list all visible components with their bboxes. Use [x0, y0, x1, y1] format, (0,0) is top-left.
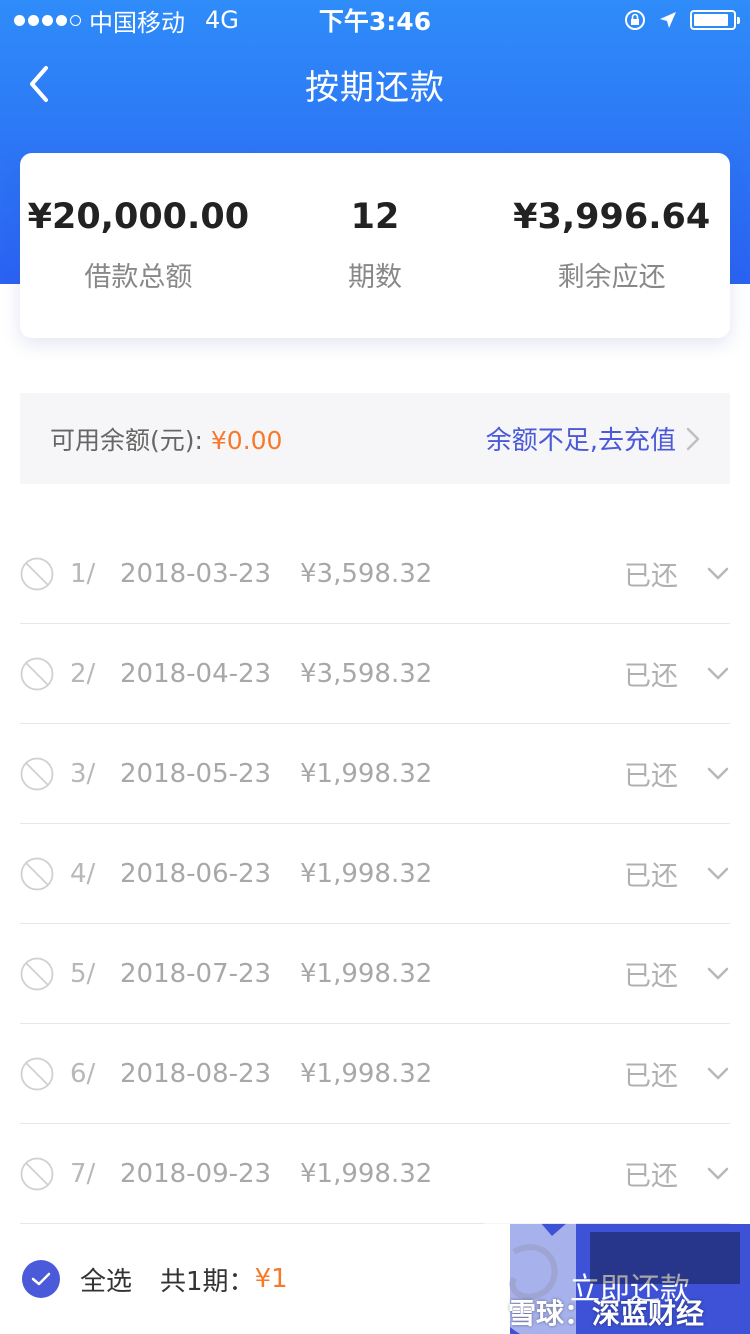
remaining-label: 剩余应还 [557, 262, 666, 293]
installment-status: 已还 [624, 1161, 678, 1192]
select-all-checkbox[interactable] [22, 1260, 60, 1298]
chevron-down-icon[interactable] [706, 1066, 730, 1082]
installment-index: 7/ [70, 1158, 96, 1189]
installment-row[interactable]: 3/ 2018-05-23 ¥1,998.32 已还 [20, 724, 730, 824]
chevron-right-icon [686, 427, 700, 450]
installment-amount: ¥1,998.32 [300, 758, 433, 789]
loan-total-label: 借款总额 [84, 262, 193, 293]
installment-row[interactable]: 5/ 2018-07-23 ¥1,998.32 已还 [20, 924, 730, 1024]
navigation-bar: 按期还款 [0, 40, 750, 128]
loan-summary-card: ¥20,000.00 借款总额 12 期数 ¥3,996.64 剩余应还 [20, 153, 730, 338]
installment-amount: ¥3,598.32 [300, 658, 433, 689]
available-balance-amount: ¥0.00 [210, 425, 283, 455]
chevron-down-icon[interactable] [706, 1166, 730, 1182]
available-balance-bar: 可用余额(元): ¥0.00 余额不足,去充值 [20, 393, 730, 484]
chevron-down-icon[interactable] [706, 666, 730, 682]
installment-amount: ¥1,998.32 [300, 1158, 433, 1189]
loan-total-block: ¥20,000.00 借款总额 [20, 153, 257, 338]
periods-block: 12 期数 [257, 153, 494, 338]
installment-status: 已还 [624, 761, 678, 792]
rotation-lock-icon [625, 10, 645, 30]
recharge-link-label: 余额不足,去充值 [485, 426, 676, 456]
disabled-checkbox-icon [20, 1157, 54, 1190]
watermark-text: 雪球：深蓝财经 [508, 1297, 705, 1330]
selected-total-amount: ¥1 [254, 1264, 288, 1294]
location-arrow-icon [660, 12, 676, 28]
installment-row[interactable]: 6/ 2018-08-23 ¥1,998.32 已还 [20, 1024, 730, 1124]
installment-status: 已还 [624, 961, 678, 992]
available-balance-label: 可用余额(元): [50, 425, 211, 455]
installment-index: 4/ [70, 858, 96, 889]
installment-date: 2018-07-23 [120, 958, 272, 989]
installment-amount: ¥1,998.32 [300, 1058, 433, 1089]
periods-label: 期数 [348, 262, 402, 293]
page-title: 按期还款 [305, 67, 445, 108]
disabled-checkbox-icon [20, 857, 54, 890]
installment-index: 6/ [70, 1058, 96, 1089]
installment-index: 1/ [70, 558, 96, 589]
checkmark-icon [31, 1272, 51, 1286]
installment-date: 2018-03-23 [120, 558, 272, 589]
installment-amount: ¥1,998.32 [300, 958, 433, 989]
installment-status: 已还 [624, 861, 678, 892]
chevron-left-icon [30, 66, 48, 102]
selected-total-label: 共1期： [160, 1266, 255, 1297]
installment-list: 1/ 2018-03-23 ¥3,598.32 已还 2/ 2018-04-23… [20, 524, 730, 1224]
chevron-down-icon[interactable] [706, 766, 730, 782]
disabled-checkbox-icon [20, 1057, 54, 1090]
installment-row[interactable]: 7/ 2018-09-23 ¥1,998.32 已还 [20, 1124, 730, 1224]
installment-index: 5/ [70, 958, 96, 989]
installment-date: 2018-05-23 [120, 758, 272, 789]
disabled-checkbox-icon [20, 957, 54, 990]
remaining-block: ¥3,996.64 剩余应还 [493, 153, 730, 338]
chevron-down-icon[interactable] [706, 866, 730, 882]
periods-value: 12 [350, 197, 400, 237]
installment-status: 已还 [624, 1061, 678, 1092]
recharge-link[interactable]: 余额不足,去充值 [486, 420, 700, 457]
status-bar: 中国移动 4G 下午3:46 [0, 0, 750, 40]
installment-date: 2018-08-23 [120, 1058, 272, 1089]
installment-amount: ¥3,598.32 [300, 558, 433, 589]
disabled-checkbox-icon [20, 557, 54, 590]
installment-date: 2018-04-23 [120, 658, 272, 689]
installment-status: 已还 [624, 561, 678, 592]
available-balance: 可用余额(元): ¥0.00 [50, 421, 282, 457]
disabled-checkbox-icon [20, 657, 54, 690]
installment-date: 2018-06-23 [120, 858, 272, 889]
battery-icon [690, 10, 740, 30]
installment-index: 3/ [70, 758, 96, 789]
installment-status: 已还 [624, 661, 678, 692]
installment-row[interactable]: 1/ 2018-03-23 ¥3,598.32 已还 [20, 524, 730, 624]
installment-row[interactable]: 2/ 2018-04-23 ¥3,598.32 已还 [20, 624, 730, 724]
remaining-value: ¥3,996.64 [513, 197, 711, 237]
installment-amount: ¥1,998.32 [300, 858, 433, 889]
installment-row[interactable]: 4/ 2018-06-23 ¥1,998.32 已还 [20, 824, 730, 924]
loan-total-value: ¥20,000.00 [27, 197, 250, 237]
chevron-down-icon[interactable] [706, 966, 730, 982]
installment-date: 2018-09-23 [120, 1158, 272, 1189]
back-button[interactable] [22, 62, 62, 106]
select-all-label[interactable]: 全选 [80, 1261, 132, 1298]
installment-index: 2/ [70, 658, 96, 689]
disabled-checkbox-icon [20, 757, 54, 790]
chevron-down-icon[interactable] [706, 566, 730, 582]
